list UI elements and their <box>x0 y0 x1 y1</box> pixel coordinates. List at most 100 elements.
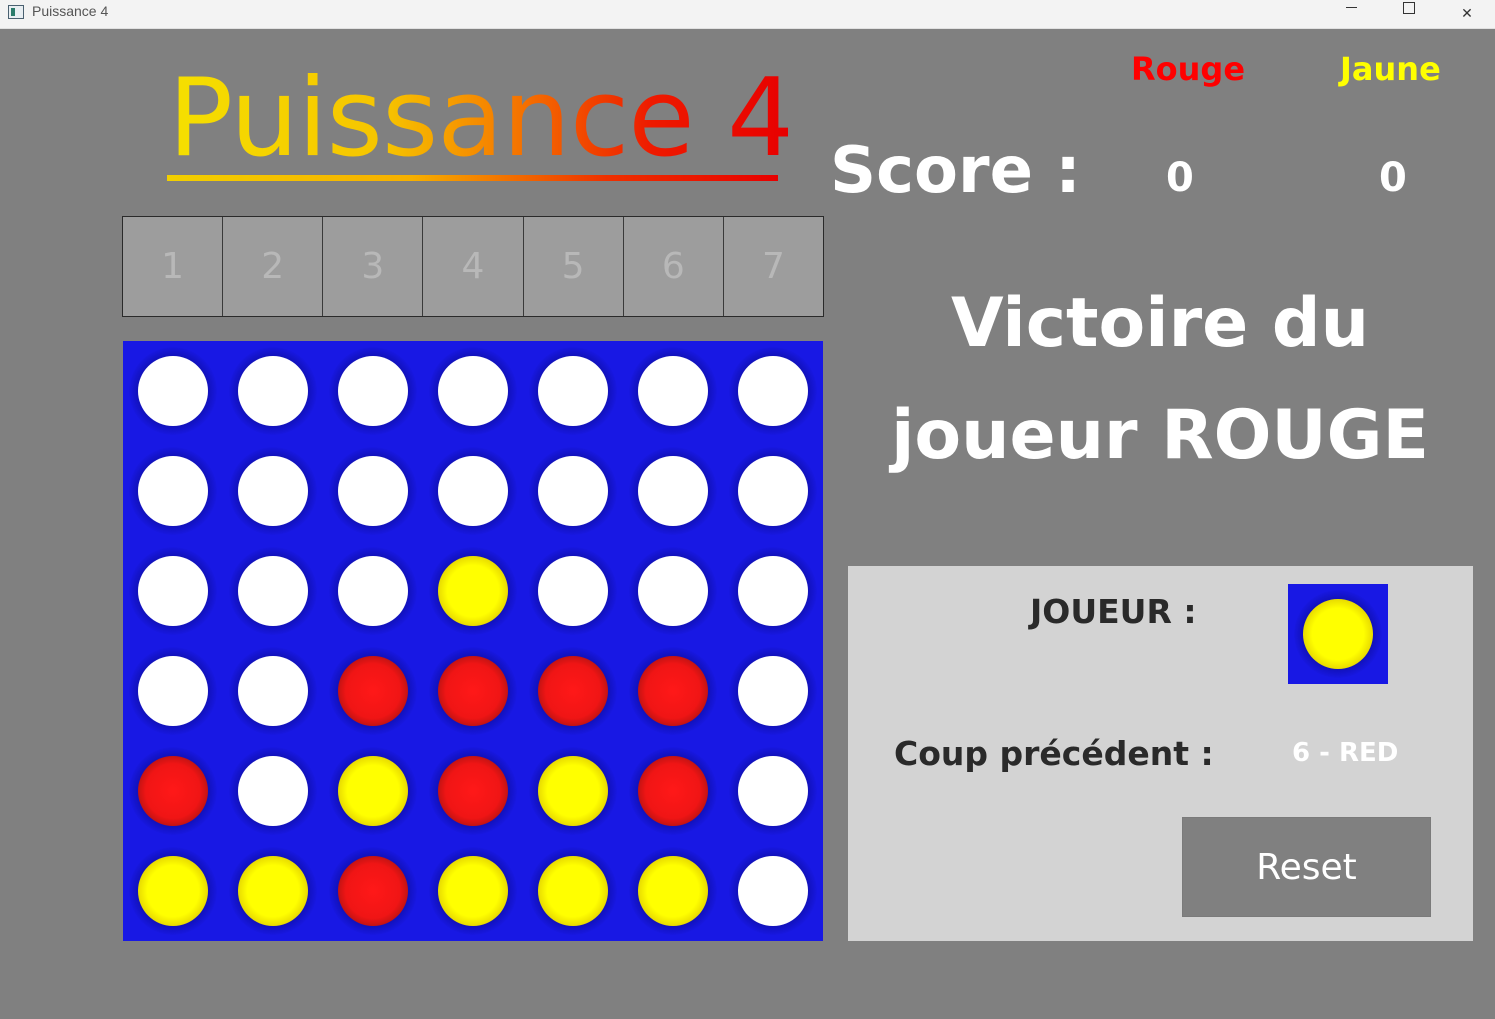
board-cell <box>123 741 223 841</box>
column-button-2[interactable]: 2 <box>223 217 324 316</box>
column-button-3[interactable]: 3 <box>323 217 424 316</box>
red-disc <box>438 656 508 726</box>
red-disc <box>438 756 508 826</box>
empty-slot <box>738 656 808 726</box>
column-button-4[interactable]: 4 <box>423 217 524 316</box>
empty-slot <box>738 756 808 826</box>
empty-slot <box>138 356 208 426</box>
board-cell <box>123 341 223 441</box>
yellow-player-label: Jaune <box>1340 50 1441 88</box>
board-cell <box>623 841 723 941</box>
info-panel: JOUEUR : Coup précédent : 6 - RED Reset <box>848 566 1473 941</box>
empty-slot <box>538 556 608 626</box>
current-player-disc <box>1303 599 1373 669</box>
empty-slot <box>738 856 808 926</box>
current-player-label: JOUEUR : <box>1030 592 1197 631</box>
yellow-disc <box>438 856 508 926</box>
app-icon <box>8 5 24 19</box>
board-cell <box>323 741 423 841</box>
board-cell <box>323 341 423 441</box>
red-disc <box>338 656 408 726</box>
empty-slot <box>638 356 708 426</box>
victory-line-1: Victoire du <box>951 284 1369 363</box>
maximize-button[interactable] <box>1380 0 1438 28</box>
column-buttons: 1234567 <box>122 216 824 317</box>
red-player-label: Rouge <box>1131 50 1246 88</box>
minimize-button[interactable] <box>1322 0 1380 28</box>
red-disc <box>538 656 608 726</box>
empty-slot <box>638 456 708 526</box>
board-cell <box>223 641 323 741</box>
board-cell <box>623 541 723 641</box>
window-titlebar: Puissance 4 ✕ <box>0 0 1495 29</box>
yellow-disc <box>538 856 608 926</box>
column-button-5[interactable]: 5 <box>523 217 624 316</box>
empty-slot <box>338 356 408 426</box>
board-cell <box>623 341 723 441</box>
board-cell <box>623 441 723 541</box>
board-cell <box>723 341 823 441</box>
board-cell <box>523 541 623 641</box>
window-title: Puissance 4 <box>32 3 109 19</box>
title-underline <box>167 175 778 181</box>
board-cell <box>123 441 223 541</box>
empty-slot <box>738 356 808 426</box>
red-disc <box>638 756 708 826</box>
yellow-disc <box>438 556 508 626</box>
empty-slot <box>138 656 208 726</box>
empty-slot <box>438 456 508 526</box>
board-cell <box>723 741 823 841</box>
red-disc <box>638 656 708 726</box>
empty-slot <box>338 556 408 626</box>
board-cell <box>423 441 523 541</box>
board-cell <box>723 641 823 741</box>
reset-button[interactable]: Reset <box>1182 817 1431 917</box>
board-cell <box>423 341 523 441</box>
red-score: 0 <box>1166 155 1194 201</box>
board-cell <box>523 341 623 441</box>
board-cell <box>223 541 323 641</box>
empty-slot <box>138 556 208 626</box>
board-cell <box>523 641 623 741</box>
board-cell <box>623 741 723 841</box>
game-board <box>123 341 823 941</box>
board-cell <box>223 441 323 541</box>
empty-slot <box>538 356 608 426</box>
victory-line-2: joueur ROUGE <box>891 396 1429 475</box>
board-cell <box>723 541 823 641</box>
victory-message: Victoire du joueur ROUGE <box>870 268 1450 492</box>
empty-slot <box>538 456 608 526</box>
board-cell <box>323 641 423 741</box>
board-cell <box>123 641 223 741</box>
previous-move-value: 6 - RED <box>1292 738 1399 768</box>
yellow-score: 0 <box>1379 155 1407 201</box>
minimize-icon <box>1345 6 1357 8</box>
empty-slot <box>238 656 308 726</box>
yellow-disc <box>138 856 208 926</box>
board-cell <box>123 841 223 941</box>
column-button-6[interactable]: 6 <box>623 217 724 316</box>
yellow-disc <box>238 856 308 926</box>
board-cell <box>723 841 823 941</box>
score-label: Score : <box>830 134 1081 208</box>
board-cell <box>423 541 523 641</box>
board-cell <box>323 541 423 641</box>
board-cell <box>323 441 423 541</box>
empty-slot <box>738 556 808 626</box>
empty-slot <box>238 756 308 826</box>
column-button-7[interactable]: 7 <box>723 217 823 316</box>
column-button-1[interactable]: 1 <box>123 217 224 316</box>
empty-slot <box>238 356 308 426</box>
red-disc <box>138 756 208 826</box>
board-cell <box>223 841 323 941</box>
maximize-icon <box>1403 2 1415 14</box>
empty-slot <box>238 556 308 626</box>
close-button[interactable]: ✕ <box>1438 0 1495 28</box>
board-cell <box>223 741 323 841</box>
board-cell <box>523 841 623 941</box>
board-cell <box>423 641 523 741</box>
empty-slot <box>338 456 408 526</box>
red-disc <box>338 856 408 926</box>
empty-slot <box>238 456 308 526</box>
board-cell <box>123 541 223 641</box>
